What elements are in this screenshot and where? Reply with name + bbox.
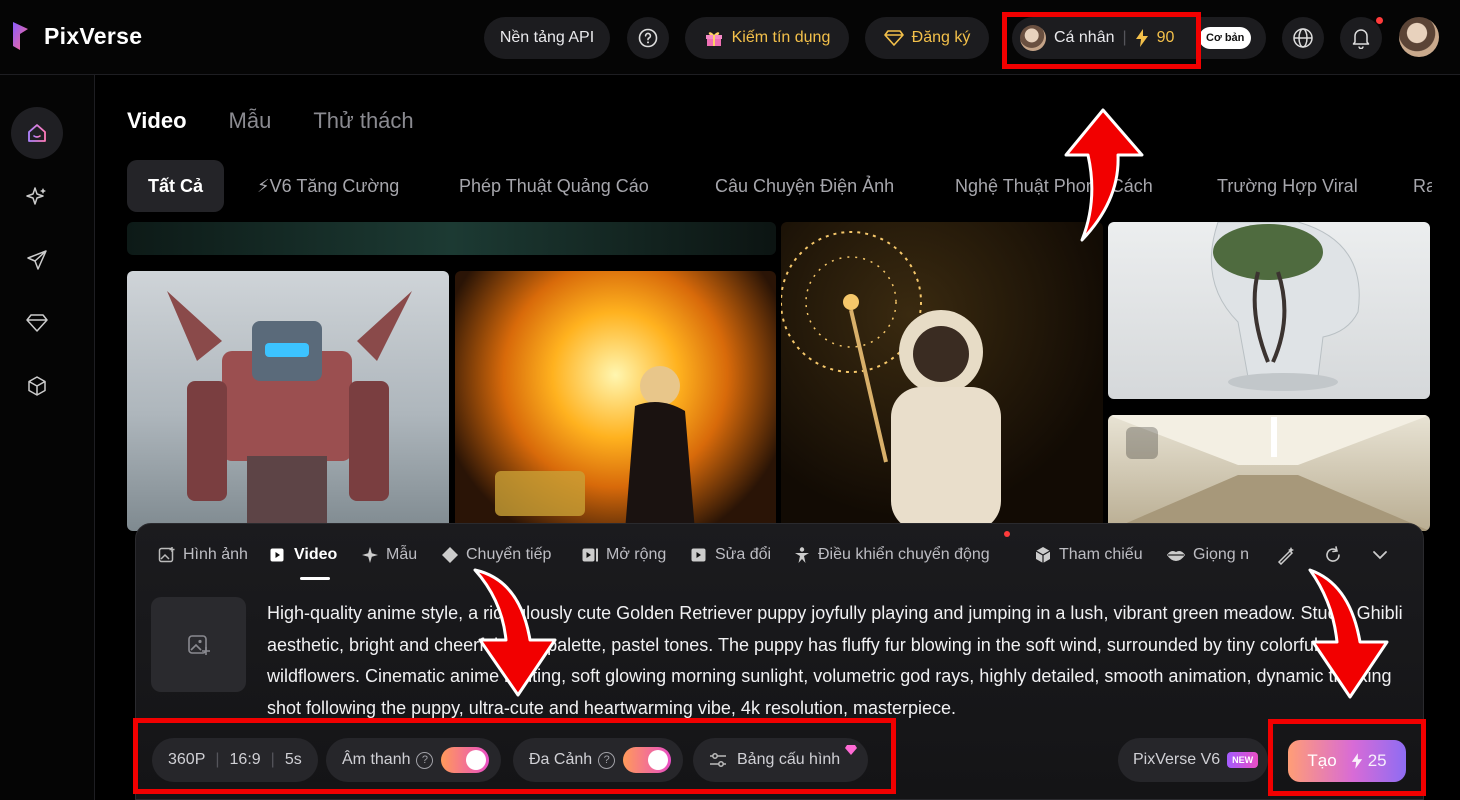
video-thumbnail[interactable]: [455, 271, 776, 531]
sparkle-icon: [26, 187, 46, 205]
language-button[interactable]: [1282, 17, 1324, 59]
logo[interactable]: PixVerse: [10, 20, 142, 52]
category-filter-row: Tất Cả ⚡V6 Tăng Cường Phép Thuật Quảng C…: [127, 160, 1432, 212]
video-thumbnail[interactable]: [781, 222, 1103, 531]
model-label: PixVerse V6: [1133, 751, 1221, 768]
robot-illustration: [167, 291, 412, 531]
tool-template[interactable]: Mẫu: [361, 545, 417, 565]
category-all[interactable]: Tất Cả: [127, 160, 225, 212]
woman-silhouette-illustration: [495, 366, 695, 531]
tool-reference[interactable]: Tham chiếu: [1034, 545, 1143, 565]
tool-video-underline: [300, 577, 330, 580]
video-thumbnail[interactable]: [127, 222, 776, 255]
sidebar-share[interactable]: [11, 234, 63, 286]
motion-control-new-dot: [1004, 531, 1010, 537]
tool-voice-label: Giọng n: [1193, 546, 1250, 563]
tool-motion-control[interactable]: Điều khiển chuyển động: [793, 545, 990, 565]
brand-name: PixVerse: [44, 22, 143, 49]
model-selector[interactable]: PixVerse V6 NEW: [1118, 738, 1269, 782]
bell-icon: [1352, 29, 1370, 49]
tool-voice[interactable]: Giọng n: [1166, 545, 1249, 565]
annotation-arrow-up: [1064, 108, 1144, 242]
category-cinematic-story[interactable]: Câu Chuyện Điện Ảnh: [715, 160, 894, 212]
api-platform-button[interactable]: Nền tảng API: [484, 17, 610, 59]
magic-pen-button[interactable]: [1276, 545, 1296, 565]
transition-icon: [442, 547, 458, 563]
tool-video[interactable]: Video: [269, 545, 337, 565]
glass-head-illustration: [1210, 222, 1360, 391]
prompt-textarea[interactable]: High-quality anime style, a ridiculously…: [267, 598, 1407, 724]
cube-icon: [28, 376, 46, 396]
video-thumbnail[interactable]: [1108, 415, 1430, 531]
category-v6[interactable]: ⚡V6 Tăng Cường: [257, 160, 399, 212]
tool-template-label: Mẫu: [386, 546, 418, 563]
tool-extend-label: Mở rộng: [606, 546, 667, 563]
annotation-arrow-down-left: [473, 568, 557, 697]
sidebar-assets[interactable]: [11, 360, 63, 412]
sidebar-create[interactable]: [11, 171, 63, 223]
tab-challenges[interactable]: Thử thách: [313, 108, 413, 134]
earn-credits-label: Kiếm tín dụng: [731, 29, 831, 46]
video-plus-icon: [270, 548, 284, 562]
annotation-create-box: [1268, 719, 1426, 796]
globe-icon: [1293, 28, 1313, 48]
sidebar-subscription[interactable]: [11, 297, 63, 349]
tool-motion-control-label: Điều khiển chuyển động: [818, 546, 990, 563]
hallway-illustration: [1108, 415, 1430, 531]
earn-credits-button[interactable]: Kiếm tín dụng: [685, 17, 849, 59]
question-icon: [638, 28, 658, 48]
send-icon: [27, 250, 47, 270]
gem-icon: [26, 314, 48, 332]
annotation-credits-box: [1002, 12, 1201, 69]
pixverse-logo-icon: [13, 22, 28, 50]
tool-edit[interactable]: Sửa đổi: [690, 545, 771, 565]
astronaut-dandelion-illustration: [781, 231, 1001, 531]
magic-pen-icon: [1277, 547, 1294, 565]
annotation-settings-box: [133, 718, 896, 794]
main-tabs: Video Mẫu Thử thách: [127, 108, 414, 134]
image-plus-icon: [158, 547, 175, 563]
cube-icon: [1035, 547, 1051, 563]
tool-image-label: Hình ảnh: [183, 546, 248, 563]
tab-video[interactable]: Video: [127, 108, 187, 134]
api-platform-label: Nền tảng API: [499, 29, 595, 46]
new-badge: NEW: [1227, 752, 1259, 768]
category-ad-magic[interactable]: Phép Thuật Quảng Cáo: [459, 160, 649, 212]
notifications-button[interactable]: [1340, 17, 1382, 59]
subscribe-label: Đăng ký: [911, 29, 971, 46]
top-bar: PixVerse Nền tảng API Kiếm tín dụng Đăng…: [0, 0, 1460, 75]
diamond-icon: [883, 30, 904, 46]
extend-icon: [582, 548, 598, 562]
video-thumbnail[interactable]: [127, 271, 449, 531]
sidebar: [0, 75, 95, 800]
tab-templates[interactable]: Mẫu: [229, 108, 272, 134]
plan-badge: Cơ bản: [1199, 27, 1252, 49]
video-thumbnail[interactable]: [1108, 222, 1430, 399]
tool-extend[interactable]: Mở rộng: [581, 545, 666, 565]
subscribe-button[interactable]: Đăng ký: [865, 17, 989, 59]
user-avatar[interactable]: [1399, 17, 1439, 57]
notification-dot: [1376, 17, 1383, 24]
tool-image[interactable]: Hình ảnh: [158, 545, 248, 565]
sparkle-icon: [362, 547, 378, 563]
upload-image-slot[interactable]: [151, 597, 246, 692]
home-icon: [28, 124, 46, 142]
tool-video-label: Video: [294, 546, 338, 563]
lips-icon: [1167, 551, 1185, 561]
annotation-arrow-down-right: [1308, 568, 1389, 699]
help-button[interactable]: [627, 17, 669, 59]
image-upload-icon: [187, 634, 210, 655]
tool-reference-label: Tham chiếu: [1059, 546, 1143, 563]
tool-edit-label: Sửa đổi: [715, 546, 772, 563]
person-motion-icon: [795, 547, 809, 563]
edit-video-icon: [691, 548, 706, 562]
category-more[interactable]: Ra: [1413, 160, 1432, 212]
gift-icon: [705, 32, 722, 46]
category-viral[interactable]: Trường Hợp Viral: [1217, 160, 1358, 212]
sidebar-home[interactable]: [11, 107, 63, 159]
